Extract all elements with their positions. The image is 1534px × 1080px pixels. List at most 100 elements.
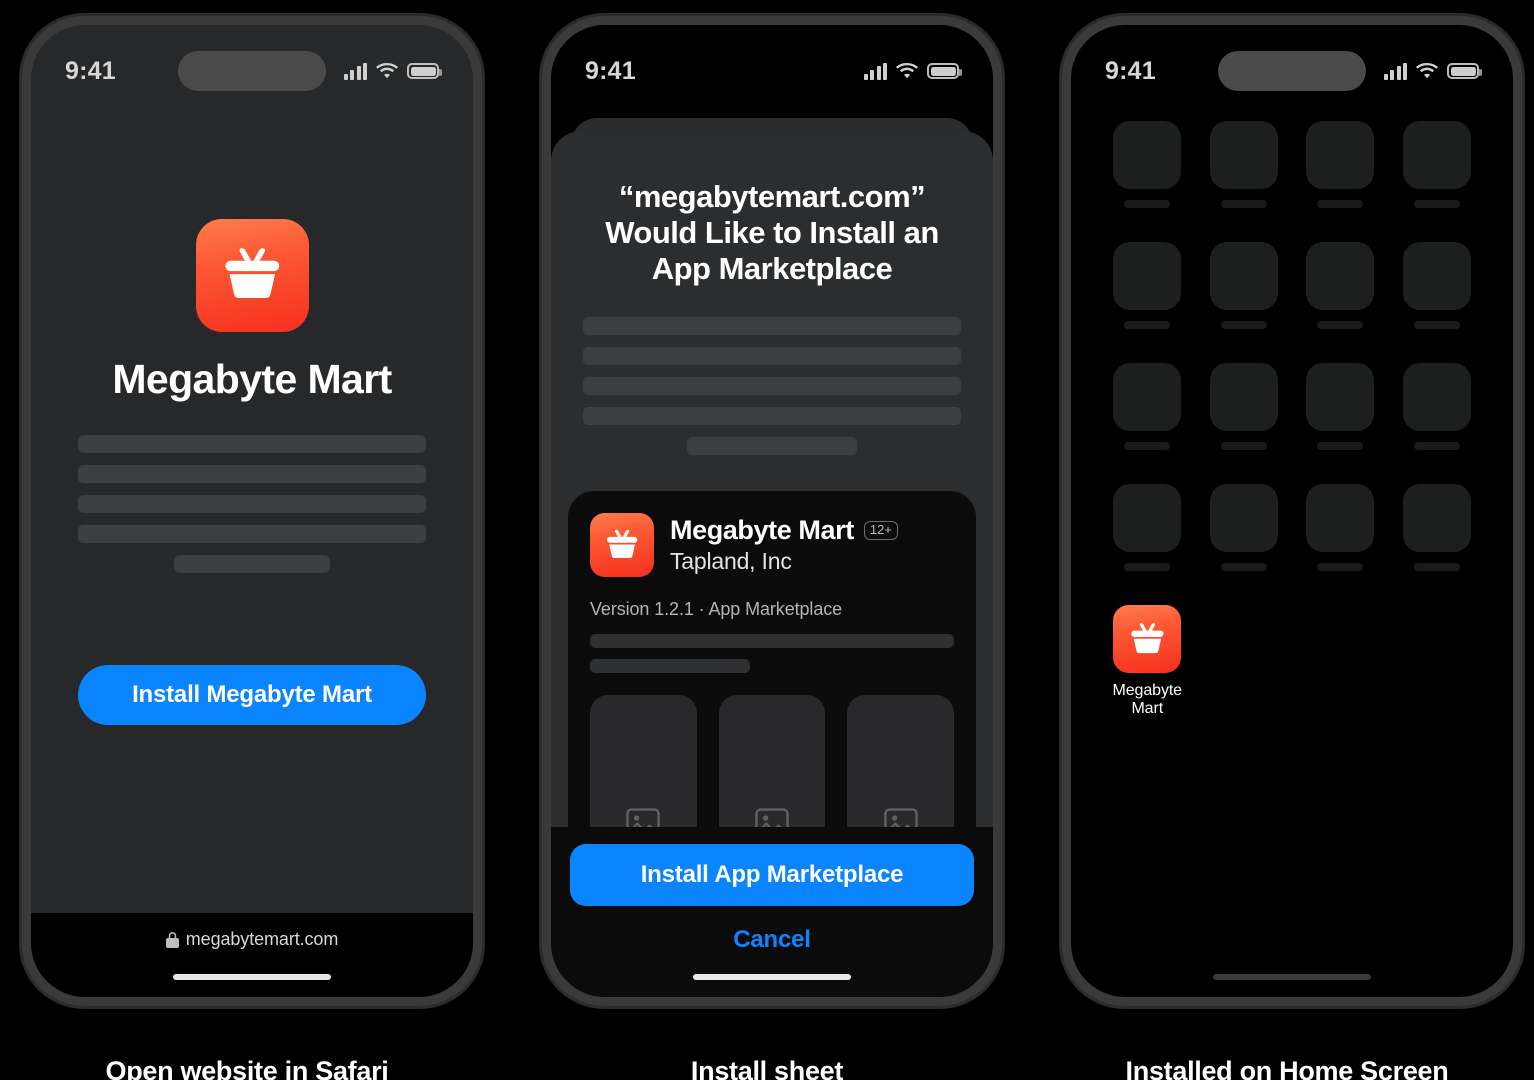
app-developer: Tapland, Inc (670, 548, 792, 574)
placeholder-app-icon (1209, 121, 1278, 189)
app-card-header: Megabyte Mart 12+ Tapland, Inc (590, 513, 954, 577)
app-icon-placeholder[interactable] (1209, 242, 1278, 329)
caption-phone-2: Install sheet (690, 1056, 844, 1080)
shopping-basket-icon (195, 219, 309, 332)
placeholder-line (590, 634, 954, 648)
app-icon-placeholder[interactable] (1306, 242, 1375, 329)
lock-icon (165, 931, 179, 948)
sheet-placeholder-block (583, 317, 961, 455)
status-bar: 9:41 (31, 25, 473, 99)
placeholder-line (583, 407, 961, 425)
app-icon-placeholder[interactable] (1113, 363, 1182, 450)
cellular-signal-icon (343, 62, 367, 80)
caption-row: Open website in Safari Install sheet Ins… (0, 1056, 1534, 1080)
app-icon-placeholder[interactable] (1306, 121, 1375, 208)
url-bar-inner[interactable]: megabytemart.com (165, 929, 338, 950)
status-bar-time: 9:41 (1105, 56, 1156, 85)
placeholder-app-icon (1209, 484, 1278, 552)
install-sheet: “megabytemart.com” Would Like to Install… (551, 131, 993, 997)
shopping-basket-icon (590, 513, 654, 577)
placeholder-app-label (1124, 442, 1171, 450)
sheet-title: “megabytemart.com” Would Like to Install… (605, 179, 939, 286)
dynamic-island (1218, 51, 1366, 91)
placeholder-line (78, 525, 426, 543)
app-icon-placeholder[interactable] (1402, 363, 1471, 450)
screenshot-stage: 9:41 Megabyte Mart Install Megabyte Mart… (0, 0, 1534, 1080)
app-icon-placeholder[interactable] (1209, 484, 1278, 571)
status-bar-time: 9:41 (65, 56, 116, 85)
placeholder-app-label (1413, 321, 1460, 329)
app-description-placeholder (590, 634, 954, 673)
app-icon-placeholder[interactable] (1306, 363, 1375, 450)
home-screen-grid: Megabyte Mart (1099, 121, 1485, 718)
phone-2-install-sheet: 9:41 “megabytemart.com” Would Like to In… (542, 16, 1002, 1006)
placeholder-app-icon (1402, 484, 1471, 552)
placeholder-app-label (1124, 200, 1171, 208)
battery-icon (407, 63, 442, 79)
status-bar: 9:41 (1071, 25, 1513, 99)
app-icon-placeholder[interactable] (1209, 363, 1278, 450)
app-icon-placeholder[interactable] (1113, 484, 1182, 571)
install-megabyte-mart-button[interactable]: Install Megabyte Mart (78, 665, 426, 725)
status-bar: 9:41 (551, 25, 993, 99)
placeholder-app-label (1413, 200, 1460, 208)
app-name: Megabyte Mart (670, 515, 854, 545)
status-bar-icons (849, 62, 962, 80)
placeholder-app-label (1317, 563, 1364, 571)
wifi-icon (896, 63, 918, 79)
placeholder-app-icon (1402, 363, 1471, 431)
placeholder-app-label (1220, 321, 1267, 329)
placeholder-app-icon (1113, 121, 1182, 189)
app-name-row: Megabyte Mart 12+ (670, 515, 898, 546)
browser-url-bar[interactable]: megabytemart.com (31, 913, 473, 997)
placeholder-line (78, 495, 426, 513)
app-icon-placeholder[interactable] (1113, 121, 1182, 208)
app-icon-label: Megabyte Mart (1112, 682, 1183, 717)
cellular-signal-icon (1383, 62, 1407, 80)
phone-1-screen: 9:41 Megabyte Mart Install Megabyte Mart… (31, 25, 473, 997)
app-icon-placeholder[interactable] (1113, 242, 1182, 329)
placeholder-app-label (1317, 442, 1364, 450)
cancel-button[interactable]: Cancel (570, 914, 974, 966)
app-version-line: Version 1.2.1 · App Marketplace (590, 599, 843, 619)
placeholder-app-icon (1402, 242, 1471, 310)
caption-phone-1: Open website in Safari (105, 1056, 389, 1080)
placeholder-app-icon (1113, 484, 1182, 552)
status-bar-icons (329, 62, 442, 80)
app-icon-placeholder[interactable] (1402, 484, 1471, 571)
placeholder-line (583, 377, 961, 395)
placeholder-app-label (1220, 200, 1267, 208)
website-content: Megabyte Mart Install Megabyte Mart (31, 99, 473, 913)
page-title: Megabyte Mart (112, 356, 392, 402)
phone-1-website: 9:41 Megabyte Mart Install Megabyte Mart… (22, 16, 482, 1006)
content-placeholder-block (78, 435, 426, 573)
status-bar-time: 9:41 (585, 56, 636, 85)
placeholder-app-label (1124, 563, 1171, 571)
placeholder-app-label (1124, 321, 1171, 329)
cellular-signal-icon (863, 62, 887, 80)
placeholder-app-label (1220, 442, 1267, 450)
placeholder-app-icon (1306, 363, 1375, 431)
app-icon-megabyte-mart[interactable]: Megabyte Mart (1105, 605, 1189, 718)
home-indicator (693, 974, 851, 980)
app-icon-placeholder[interactable] (1306, 484, 1375, 571)
placeholder-app-icon (1209, 242, 1278, 310)
app-icon-placeholder[interactable] (1209, 121, 1278, 208)
battery-icon (1447, 63, 1482, 79)
app-icon-placeholder[interactable] (1402, 121, 1471, 208)
placeholder-line (583, 347, 961, 365)
placeholder-app-icon (1306, 242, 1375, 310)
battery-icon (927, 63, 962, 79)
wifi-icon (1416, 63, 1438, 79)
placeholder-app-icon (1209, 363, 1278, 431)
shopping-basket-icon (1113, 605, 1182, 673)
home-indicator (1213, 974, 1371, 980)
placeholder-app-icon (1113, 363, 1182, 431)
app-icon-placeholder[interactable] (1402, 242, 1471, 329)
placeholder-app-label (1413, 563, 1460, 571)
placeholder-line (78, 435, 426, 453)
placeholder-app-icon (1306, 121, 1375, 189)
phone-2-screen: 9:41 “megabytemart.com” Would Like to In… (551, 25, 993, 997)
caption-phone-3: Installed on Home Screen (1125, 1056, 1449, 1080)
install-app-marketplace-button[interactable]: Install App Marketplace (570, 844, 974, 906)
